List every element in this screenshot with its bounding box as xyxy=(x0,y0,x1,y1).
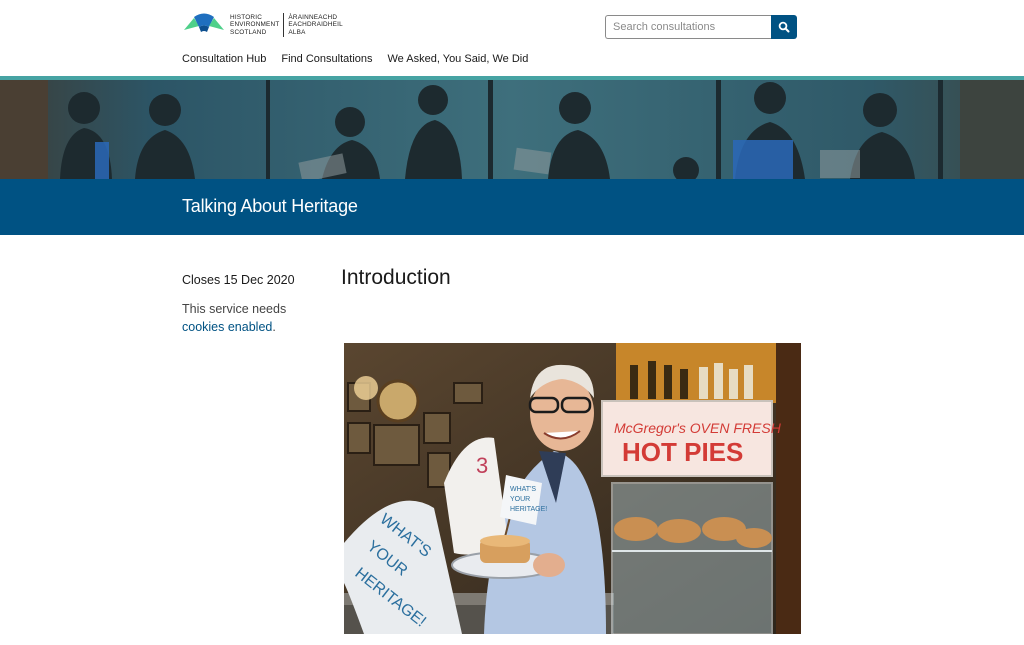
search-input[interactable] xyxy=(605,15,771,39)
page-title-band: Talking About Heritage xyxy=(0,179,1024,235)
main-nav: Consultation Hub Find Consultations We A… xyxy=(182,53,528,65)
section-heading: Introduction xyxy=(341,266,451,289)
search-icon xyxy=(778,21,790,33)
nav-consultation-hub[interactable]: Consultation Hub xyxy=(182,53,266,65)
tea-towel-number: 3 xyxy=(476,453,488,478)
search-button[interactable] xyxy=(771,15,797,39)
logo-mark-icon xyxy=(184,13,224,32)
cookies-enabled-link[interactable]: cookies enabled xyxy=(182,320,272,334)
logo-text-gaelic: ÀRAINNEACHD EACHDRAIDHEIL ALBA xyxy=(288,13,343,36)
closing-date: Closes 15 Dec 2020 xyxy=(182,273,295,287)
cookie-notice-text: This service needs xyxy=(182,302,287,316)
site-header: HISTORIC ENVIRONMENT SCOTLAND ÀRAINNEACH… xyxy=(0,0,1024,76)
nav-we-asked-you-said[interactable]: We Asked, You Said, We Did xyxy=(388,53,529,65)
page-title: Talking About Heritage xyxy=(182,196,358,216)
cookie-notice: This service needs cookies enabled. xyxy=(182,300,322,336)
pie-sign-brand: McGregor's OVEN FRESH xyxy=(614,420,782,436)
hero-banner-image xyxy=(0,80,1024,179)
logo-text-english: HISTORIC ENVIRONMENT SCOTLAND xyxy=(230,13,280,36)
search-form xyxy=(605,15,797,39)
sidebar: Closes 15 Dec 2020 This service needs co… xyxy=(182,273,322,336)
flag-line-3: HERITAGE! xyxy=(510,506,547,513)
nav-find-consultations[interactable]: Find Consultations xyxy=(281,53,372,65)
pie-sign-text: HOT PIES xyxy=(622,437,743,467)
flag-line-2: YOUR xyxy=(510,496,530,503)
flag-line-1: WHAT'S xyxy=(510,486,536,493)
introduction-photo: McGregor's OVEN FRESH HOT PIES WHAT'S YO… xyxy=(344,343,801,634)
hes-logo[interactable]: HISTORIC ENVIRONMENT SCOTLAND ÀRAINNEACH… xyxy=(182,10,343,40)
logo-divider xyxy=(283,13,285,37)
cookie-notice-suffix: . xyxy=(272,320,276,334)
